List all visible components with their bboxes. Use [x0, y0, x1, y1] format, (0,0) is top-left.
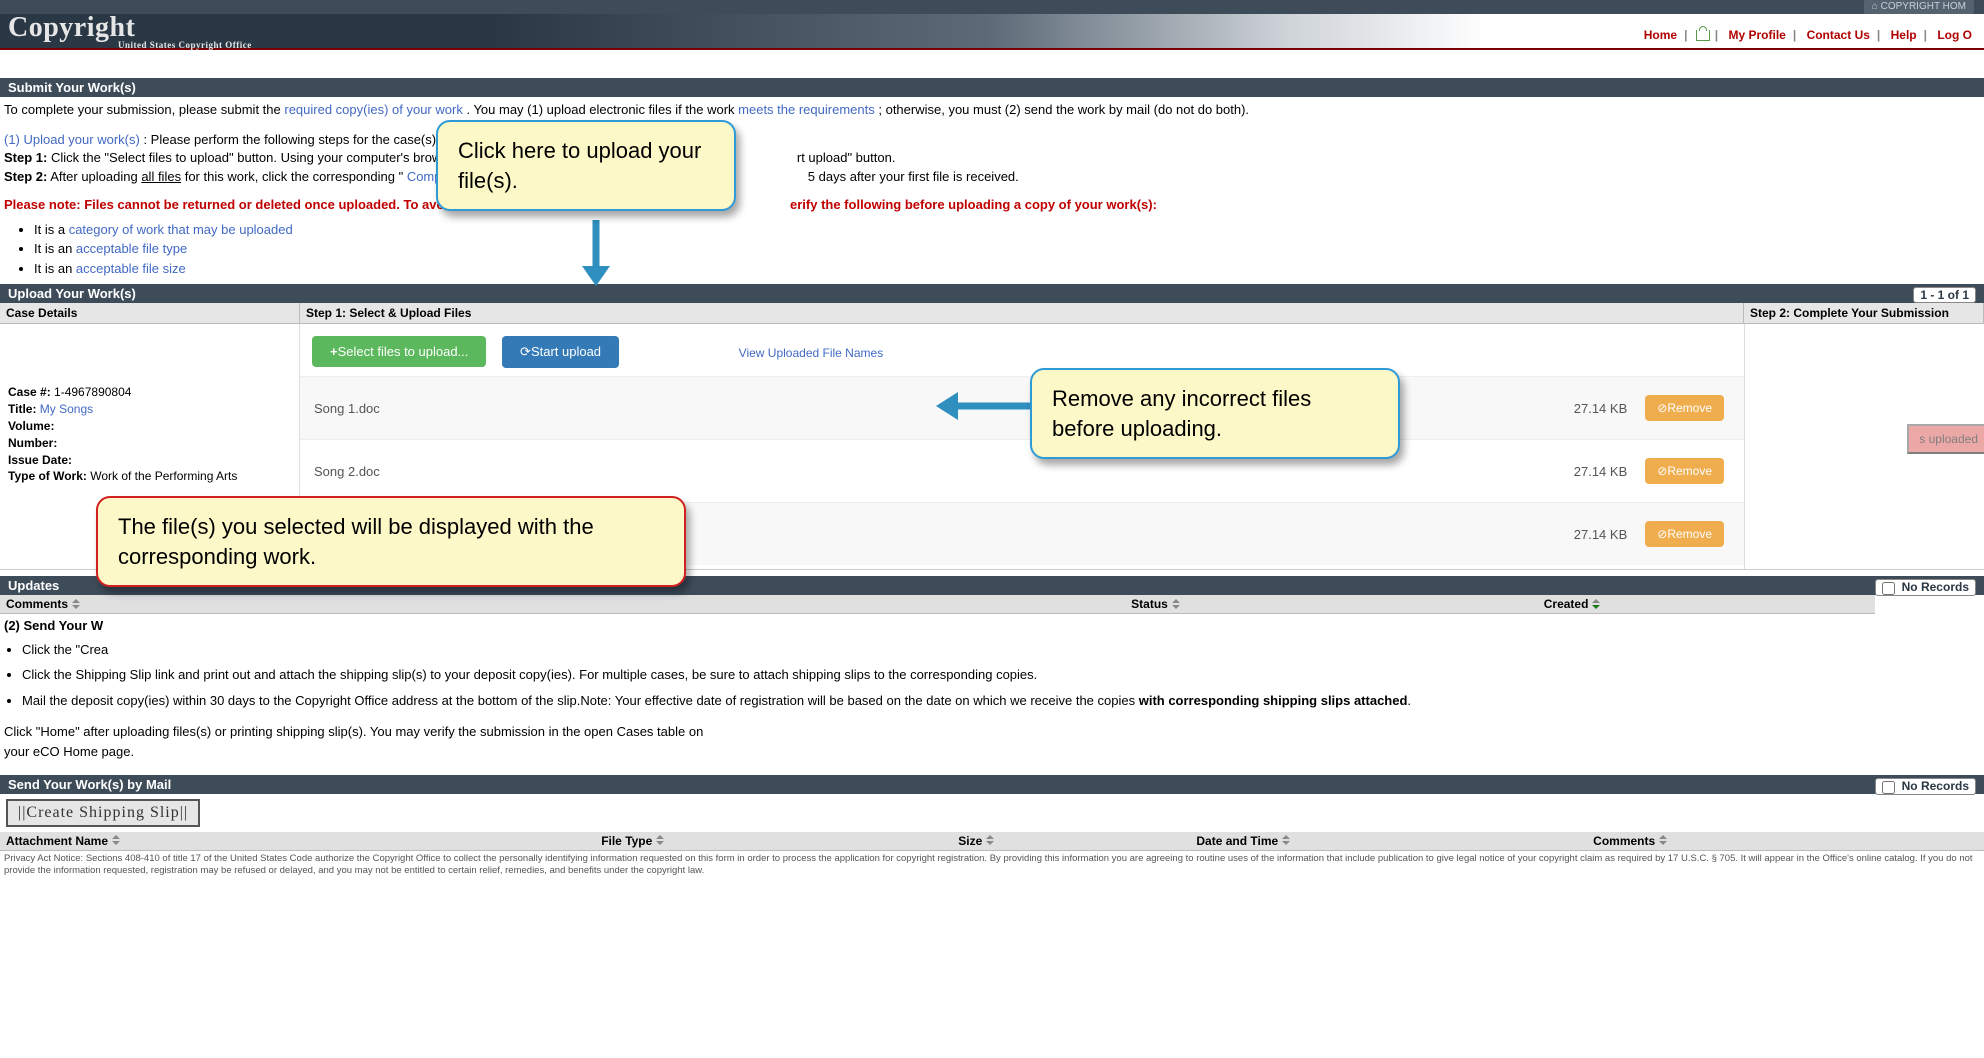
- top-status-bar: ⌂ COPYRIGHT HOM: [0, 0, 1984, 14]
- link-upload-your-works[interactable]: Upload your work(s): [24, 132, 140, 147]
- callout-click-to-upload: Click here to upload your file(s).: [436, 120, 736, 211]
- file-size: 27.14 KB: [1549, 401, 1639, 416]
- cart-icon[interactable]: [1696, 30, 1710, 41]
- section-send-mail: Send Your Work(s) by Mail No Records: [0, 775, 1984, 794]
- sort-icon[interactable]: [1282, 835, 1290, 845]
- logo-subtitle: United States Copyright Office: [118, 40, 252, 50]
- file-name: Song 2.doc: [314, 464, 1549, 479]
- link-view-uploaded[interactable]: View Uploaded File Names: [739, 346, 884, 360]
- file-size: 27.14 KB: [1549, 464, 1639, 479]
- remove-file-button[interactable]: ⊘Remove: [1645, 395, 1724, 421]
- uploaded-badge: s uploaded: [1907, 424, 1984, 454]
- step2-panel: s uploaded: [1744, 324, 1984, 569]
- link-acceptable-file-type[interactable]: acceptable file type: [76, 241, 187, 256]
- upload-icon: ⟳: [520, 344, 531, 359]
- col-step1: Step 1: Select & Upload Files: [300, 303, 1744, 323]
- remove-file-button[interactable]: ⊘Remove: [1645, 521, 1724, 547]
- sort-icon[interactable]: [1659, 835, 1667, 845]
- copyright-home-badge[interactable]: ⌂ COPYRIGHT HOM: [1864, 0, 1974, 14]
- file-size: 27.14 KB: [1549, 527, 1639, 542]
- cancel-icon: ⊘: [1657, 401, 1667, 415]
- nav-contact-us[interactable]: Contact Us: [1803, 28, 1874, 42]
- logo: Copyright United States Copyright Office: [8, 12, 252, 50]
- start-upload-button[interactable]: ⟳Start upload: [502, 336, 619, 368]
- privacy-notice: Privacy Act Notice: Sections 408-410 of …: [0, 851, 1984, 879]
- nav-home[interactable]: Home: [1640, 28, 1681, 42]
- link-case-title[interactable]: My Songs: [36, 402, 93, 416]
- link-acceptable-file-size[interactable]: acceptable file size: [76, 261, 186, 276]
- page-header: Copyright United States Copyright Office…: [0, 14, 1984, 50]
- no-records-mail: No Records: [1875, 778, 1976, 794]
- no-records-updates: No Records: [1875, 579, 1976, 595]
- remove-file-button[interactable]: ⊘Remove: [1645, 458, 1724, 484]
- select-files-button[interactable]: +Select files to upload...: [312, 336, 486, 367]
- col-case-details: Case Details: [0, 303, 300, 323]
- sort-icon[interactable]: [112, 835, 120, 845]
- nav-my-profile[interactable]: My Profile: [1725, 28, 1790, 42]
- link-required-copies[interactable]: required copy(ies) of your work: [284, 102, 462, 117]
- arrow-left-icon: [928, 386, 1038, 426]
- link-category-of-work[interactable]: category of work that may be uploaded: [69, 222, 293, 237]
- top-nav: Home| | My Profile| Contact Us| Help| Lo…: [1640, 28, 1976, 42]
- sort-icon[interactable]: [72, 599, 80, 609]
- callout-selected-files: The file(s) you selected will be display…: [96, 496, 686, 587]
- upload-column-headers: Case Details Step 1: Select & Upload Fil…: [0, 303, 1984, 324]
- nav-help[interactable]: Help: [1887, 28, 1921, 42]
- updates-header-row: Comments Status Created: [0, 595, 1875, 614]
- callout-remove-incorrect: Remove any incorrect files before upload…: [1030, 368, 1400, 459]
- cancel-icon: ⊘: [1657, 527, 1667, 541]
- logo-text: Copyright: [8, 12, 135, 43]
- sort-icon[interactable]: [1592, 599, 1600, 609]
- col-step2: Step 2: Complete Your Submission: [1744, 303, 1984, 323]
- create-shipping-slip-button[interactable]: ||Create Shipping Slip||: [6, 799, 200, 827]
- updates-checkbox[interactable]: [1882, 582, 1895, 595]
- section-submit: Submit Your Work(s): [0, 78, 1984, 97]
- nav-logout[interactable]: Log O: [1933, 28, 1976, 42]
- sort-icon[interactable]: [986, 835, 994, 845]
- record-count: 1 - 1 of 1: [1913, 287, 1976, 303]
- link-meets-requirements[interactable]: meets the requirements: [738, 102, 875, 117]
- sort-icon[interactable]: [656, 835, 664, 845]
- file-row: Song 2.doc27.14 KB ⊘Remove: [300, 439, 1744, 502]
- sort-icon[interactable]: [1172, 599, 1180, 609]
- arrow-down-icon: [576, 220, 616, 290]
- mail-header-row: Attachment Name File Type Size Date and …: [0, 832, 1984, 851]
- plus-icon: +: [330, 344, 338, 359]
- section-upload: Upload Your Work(s) 1 - 1 of 1: [0, 284, 1984, 303]
- cancel-icon: ⊘: [1657, 464, 1667, 478]
- intro-text: To complete your submission, please subm…: [0, 97, 1984, 278]
- mail-checkbox[interactable]: [1882, 781, 1895, 794]
- send-work-instructions: (2) Send Your W Click the "Crea Click th…: [0, 614, 1984, 769]
